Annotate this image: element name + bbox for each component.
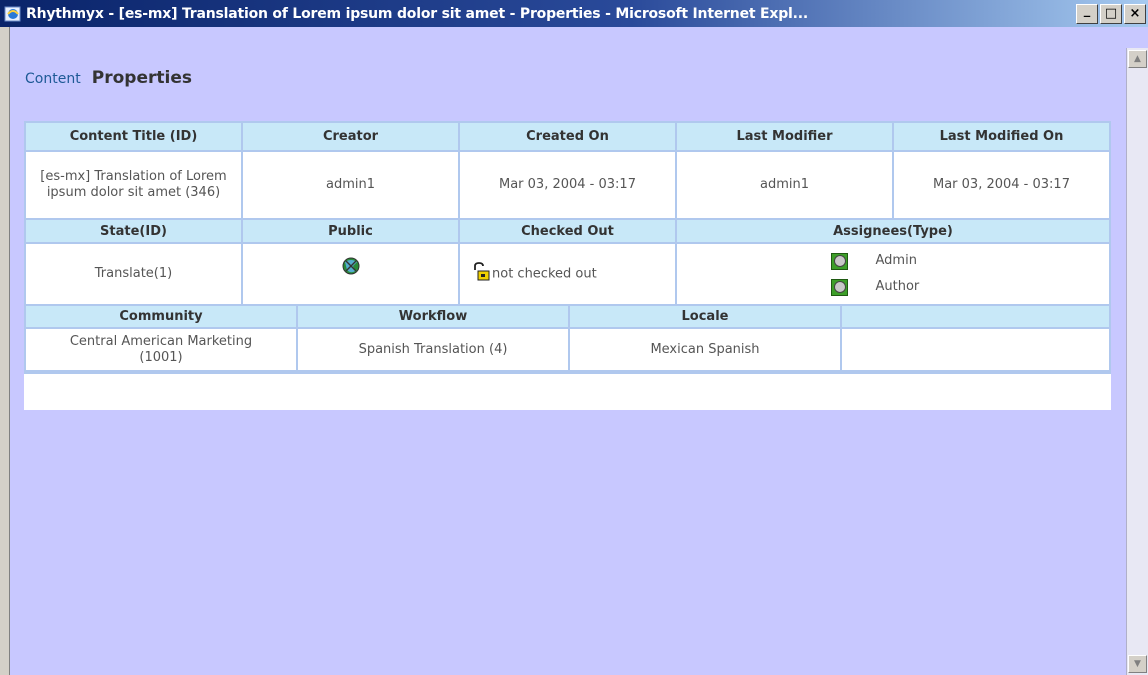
- header-assignees: Assignees(Type): [675, 218, 1111, 244]
- header-last-modifier: Last Modifier: [675, 121, 894, 152]
- padlock-open-icon: [472, 261, 492, 287]
- assignee-name: Author: [875, 279, 920, 294]
- vertical-scrollbar[interactable]: ▲ ▼: [1126, 48, 1148, 675]
- created-on-value: Mar 03, 2004 - 03:17: [458, 150, 677, 220]
- creator-value: admin1: [241, 150, 460, 220]
- assignee-row: Admin: [677, 248, 1109, 274]
- minimize-icon: _: [1083, 3, 1091, 18]
- close-icon: ×: [1129, 6, 1141, 21]
- state-value: Translate(1): [24, 242, 243, 306]
- scroll-down-icon[interactable]: ▼: [1128, 655, 1147, 673]
- header-created-on: Created On: [458, 121, 677, 152]
- content-link[interactable]: Content: [25, 71, 81, 87]
- window-title-bar[interactable]: Rhythmyx - [es-mx] Translation of Lorem …: [0, 0, 1148, 27]
- content-title-value: [es-mx] Translation of Lorem ipsum dolor…: [24, 150, 243, 220]
- header-state: State(ID): [24, 218, 243, 244]
- public-cell: [241, 242, 460, 306]
- header-locale: Locale: [568, 304, 842, 329]
- globe-icon: [341, 256, 361, 281]
- workflow-value: Spanish Translation (4): [296, 327, 570, 372]
- window-left-border: [0, 27, 10, 675]
- checked-out-cell: not checked out: [458, 242, 677, 306]
- header-creator: Creator: [241, 121, 460, 152]
- scroll-up-icon[interactable]: ▲: [1128, 50, 1147, 68]
- maximize-icon: □: [1104, 6, 1118, 21]
- last-modifier-value: admin1: [675, 150, 894, 220]
- assignee-row: Author: [677, 274, 1109, 300]
- empty-value: [840, 327, 1111, 372]
- table-footer-spacer: [24, 372, 1111, 410]
- close-button[interactable]: ×: [1124, 3, 1146, 24]
- header-public: Public: [241, 218, 460, 244]
- window-title: Rhythmyx - [es-mx] Translation of Lorem …: [26, 5, 809, 22]
- properties-panel: Content Title (ID) Creator Created On La…: [24, 121, 1111, 410]
- user-icon: [830, 278, 848, 296]
- checked-out-value: not checked out: [492, 266, 597, 281]
- header-empty: [840, 304, 1111, 329]
- assignees-cell: Admin Author: [675, 242, 1111, 306]
- user-icon: [830, 252, 848, 270]
- last-modified-on-value: Mar 03, 2004 - 03:17: [892, 150, 1111, 220]
- breadcrumb: Content Properties: [25, 68, 192, 88]
- workflow-state-table: State(ID) Public Checked Out Assignees(T…: [24, 218, 1111, 306]
- maximize-button[interactable]: □: [1100, 3, 1122, 24]
- locale-value: Mexican Spanish: [568, 327, 842, 372]
- assignee-name: Admin: [875, 253, 917, 268]
- community-table: Community Workflow Locale Central Americ…: [24, 304, 1111, 372]
- header-content-title: Content Title (ID): [24, 121, 243, 152]
- page-title: Properties: [91, 68, 192, 88]
- header-checked-out: Checked Out: [458, 218, 677, 244]
- internet-explorer-icon[interactable]: [4, 5, 22, 23]
- header-last-modified-on: Last Modified On: [892, 121, 1111, 152]
- minimize-button[interactable]: _: [1076, 3, 1098, 24]
- content-info-table: Content Title (ID) Creator Created On La…: [24, 121, 1111, 220]
- header-community: Community: [24, 304, 298, 329]
- header-workflow: Workflow: [296, 304, 570, 329]
- community-value: Central American Marketing (1001): [24, 327, 298, 372]
